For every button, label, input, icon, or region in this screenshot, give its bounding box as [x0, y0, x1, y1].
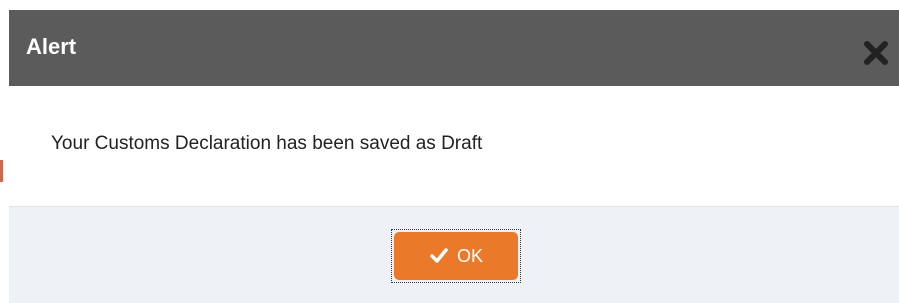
dialog-message: Your Customs Declaration has been saved …	[51, 133, 483, 154]
dialog-titlebar: Alert	[9, 10, 899, 86]
dialog-footer: OK	[9, 206, 899, 303]
alert-dialog: Alert Your Customs Declaration has been …	[0, 0, 899, 303]
ok-button[interactable]: OK	[394, 232, 518, 280]
dialog-top-edge	[0, 0, 899, 10]
close-icon	[864, 41, 888, 65]
check-icon	[430, 248, 448, 263]
ok-button-label: OK	[456, 246, 483, 266]
dialog-body: Your Customs Declaration has been saved …	[9, 86, 899, 206]
close-button[interactable]	[861, 38, 891, 68]
background-edge-accent	[0, 160, 3, 182]
dialog-title: Alert	[26, 34, 77, 59]
ok-button-focus-ring: OK	[391, 229, 521, 283]
